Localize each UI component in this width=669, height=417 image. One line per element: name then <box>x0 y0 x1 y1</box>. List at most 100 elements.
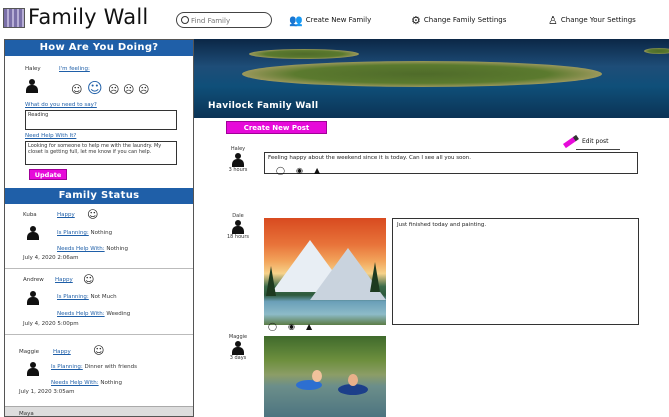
help-input[interactable]: Looking for someone to help me with the … <box>25 141 177 165</box>
gears-icon: ⚙ <box>411 13 421 27</box>
create-new-family-label: Create New Family <box>305 16 372 24</box>
post-actions: ◯ ◉ ▲ <box>268 323 312 331</box>
status-planning-label: Is Planning: <box>51 364 83 370</box>
comment-icon[interactable]: ◯ <box>268 323 277 331</box>
status-help-value: Weeding <box>106 311 131 317</box>
post-author-avatar-icon <box>232 341 244 355</box>
island-shape <box>644 48 669 54</box>
post-author-avatar-icon <box>232 153 244 167</box>
change-your-settings-label: Change Your Settings <box>560 16 636 24</box>
search-box[interactable] <box>176 12 272 28</box>
user-settings-icon: ♙ <box>548 13 558 27</box>
status-avatar-icon <box>27 362 39 376</box>
change-family-settings-label: Change Family Settings <box>423 16 507 24</box>
people-icon: 👥 <box>289 13 303 27</box>
post-author-name: Maggie <box>228 334 248 340</box>
island-shape <box>242 61 602 87</box>
create-new-post-button[interactable]: Create New Post <box>226 121 327 134</box>
status-mood: Happy <box>53 349 71 355</box>
post-author-time: 3 hours <box>228 167 248 173</box>
what-doing-input[interactable]: Reading <box>25 110 177 130</box>
how-are-you-header: How Are You Doing? <box>5 40 193 56</box>
mood-very-sad-icon[interactable]: ☹ <box>138 84 149 95</box>
comment-icon[interactable]: ◯ <box>276 167 285 175</box>
post-author: Maggie 3 days <box>224 334 252 361</box>
post-text: Feeling happy about the weekend since it… <box>264 152 638 174</box>
status-help-label: Needs Help With: <box>57 311 105 317</box>
family-wall-logo-icon <box>3 8 25 28</box>
status-planning-label: Is Planning: <box>57 294 89 300</box>
share-icon[interactable]: ▲ <box>314 167 320 175</box>
status-name: Maggie <box>19 349 40 355</box>
status-entry: Andrew Happy ☺ Is Planning: Not Much Nee… <box>5 271 193 339</box>
wall-title: Havilock Family Wall <box>208 101 319 111</box>
search-icon <box>181 16 189 24</box>
post-author-avatar-icon <box>232 220 244 234</box>
person-shape <box>348 374 358 386</box>
status-name: Andrew <box>23 277 44 283</box>
change-family-settings-button[interactable]: ⚙ Change Family Settings <box>411 13 506 27</box>
heart-icon[interactable]: ◉ <box>296 167 303 175</box>
mood-sad-icon[interactable]: ☹ <box>123 84 134 95</box>
post-caption: Just finished today and painting. <box>392 218 639 325</box>
create-new-family-button[interactable]: 👥 Create New Family <box>289 13 371 27</box>
status-footer-name: Maya <box>19 411 34 417</box>
island-shape <box>249 49 359 59</box>
edit-post-button[interactable]: Edit post <box>563 134 609 149</box>
status-help-label: Needs Help With: <box>57 246 105 252</box>
top-bar: Family Wall 👥 Create New Family ⚙ Change… <box>0 0 669 38</box>
post-author: Dale 18 hours <box>224 213 252 240</box>
status-timestamp: July 4, 2020 5:00pm <box>23 321 79 327</box>
sidebar: How Are You Doing? Haley I'm feeling: ☺ … <box>4 39 194 417</box>
status-timestamp: July 1, 2020 3:05am <box>19 389 75 395</box>
search-input[interactable] <box>191 15 261 26</box>
status-mood-icon: ☺ <box>83 273 95 286</box>
status-planning-label: Is Planning: <box>57 230 89 236</box>
post-author: Haley 3 hours <box>224 146 252 173</box>
status-name: Kuba <box>23 212 37 218</box>
status-mood-icon: ☺ <box>87 208 99 221</box>
status-timestamp: July 4, 2020 2:06am <box>23 255 79 261</box>
post-author-name: Haley <box>230 146 246 152</box>
what-doing-label: What do you need to say? <box>25 102 97 108</box>
family-wall-banner-image: Havilock Family Wall <box>194 39 669 118</box>
status-help-label: Needs Help With: <box>51 380 99 386</box>
status-divider <box>5 334 193 335</box>
mood-happy-selected-icon[interactable]: ☺ <box>87 81 103 96</box>
status-mood: Happy <box>55 277 73 283</box>
status-help-value: Nothing <box>100 380 123 386</box>
feeling-label: I'm feeling: <box>59 66 90 72</box>
family-status-header: Family Status <box>5 188 193 204</box>
change-your-settings-button[interactable]: ♙ Change Your Settings <box>548 13 636 27</box>
status-planning-value: Nothing <box>90 230 113 236</box>
update-button[interactable]: Update <box>29 169 67 180</box>
post-author-name: Dale <box>232 213 244 219</box>
person-shape <box>312 370 322 382</box>
status-footer: Maya <box>5 406 193 417</box>
status-entry: Kuba Happy ☺ Is Planning: Nothing Needs … <box>5 208 193 270</box>
status-mood-icon: ☺ <box>93 344 105 357</box>
share-icon[interactable]: ▲ <box>306 323 312 331</box>
mountain-painting-image <box>264 218 386 325</box>
edit-post-label: Edit post <box>582 138 609 145</box>
river-tubing-photo <box>264 336 386 417</box>
status-planning-value: Dinner with friends <box>84 364 138 370</box>
status-planning-value: Not Much <box>90 294 117 300</box>
user-avatar-icon <box>26 79 38 93</box>
current-user-name: Haley <box>25 66 41 72</box>
status-mood: Happy <box>57 212 75 218</box>
help-label: Need Help With It? <box>25 133 77 139</box>
edit-post-underline <box>576 149 620 150</box>
post-author-time: 18 hours <box>226 234 249 240</box>
pencil-icon <box>563 134 579 149</box>
status-avatar-icon <box>27 226 39 240</box>
tree-shape <box>370 262 380 292</box>
mood-neutral-icon[interactable]: ☹ <box>108 84 119 95</box>
app-title: Family Wall <box>28 5 149 29</box>
status-avatar-icon <box>27 291 39 305</box>
heart-icon[interactable]: ◉ <box>288 323 295 331</box>
tree-shape <box>266 266 276 296</box>
mood-very-happy-icon[interactable]: ☺ <box>71 84 82 95</box>
status-help-value: Nothing <box>106 246 129 252</box>
status-divider <box>5 268 193 269</box>
